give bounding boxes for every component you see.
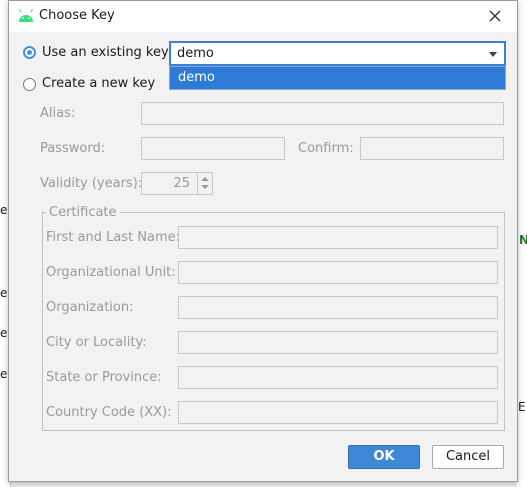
- existing-key-selected-value: demo: [177, 46, 214, 61]
- android-icon: [18, 9, 34, 22]
- create-new-key-label[interactable]: Create a new key: [42, 76, 155, 91]
- background-text-fragment: N: [519, 233, 527, 247]
- city-locality-label: City or Locality:: [46, 335, 147, 350]
- country-code-field[interactable]: [178, 401, 498, 424]
- certificate-group-title: Certificate: [46, 205, 120, 220]
- choose-key-dialog: Choose Key Use an existing key: demo dem…: [8, 0, 518, 482]
- city-locality-field[interactable]: [178, 331, 498, 354]
- background-text-fragment: E: [518, 400, 526, 414]
- chevron-down-icon[interactable]: [489, 52, 497, 57]
- country-code-label: Country Code (XX):: [46, 405, 172, 420]
- password-field[interactable]: [141, 137, 285, 160]
- validity-spinner[interactable]: 25: [141, 172, 213, 195]
- create-new-key-radio[interactable]: [23, 78, 36, 91]
- spinner-down-icon[interactable]: [201, 185, 209, 189]
- organizational-unit-field[interactable]: [178, 261, 498, 284]
- validity-label: Validity (years):: [40, 176, 143, 191]
- ok-button[interactable]: OK: [348, 445, 420, 469]
- existing-key-dropdown: demo: [169, 66, 506, 90]
- alias-field[interactable]: [141, 102, 504, 125]
- dialog-title: Choose Key: [39, 8, 115, 23]
- close-icon[interactable]: [485, 6, 505, 26]
- alias-label: Alias:: [40, 106, 76, 121]
- use-existing-key-radio[interactable]: [23, 46, 36, 59]
- spinner-up-icon[interactable]: [201, 177, 209, 181]
- dropdown-option[interactable]: demo: [170, 67, 505, 89]
- title-bar: Choose Key: [9, 1, 517, 32]
- existing-key-select[interactable]: demo: [169, 41, 506, 66]
- use-existing-key-label[interactable]: Use an existing key:: [42, 45, 172, 60]
- cancel-button[interactable]: Cancel: [432, 445, 504, 469]
- confirm-password-field[interactable]: [360, 137, 504, 160]
- validity-value: 25: [173, 176, 190, 191]
- first-last-name-field[interactable]: [178, 226, 498, 249]
- first-last-name-label: First and Last Name:: [46, 230, 181, 245]
- confirm-label: Confirm:: [298, 141, 354, 156]
- password-label: Password:: [40, 141, 106, 156]
- spinner-arrows[interactable]: [197, 173, 212, 194]
- state-province-label: State or Province:: [46, 370, 162, 385]
- organizational-unit-label: Organizational Unit:: [46, 265, 176, 280]
- organization-field[interactable]: [178, 296, 498, 319]
- organization-label: Organization:: [46, 300, 134, 315]
- state-province-field[interactable]: [178, 366, 498, 389]
